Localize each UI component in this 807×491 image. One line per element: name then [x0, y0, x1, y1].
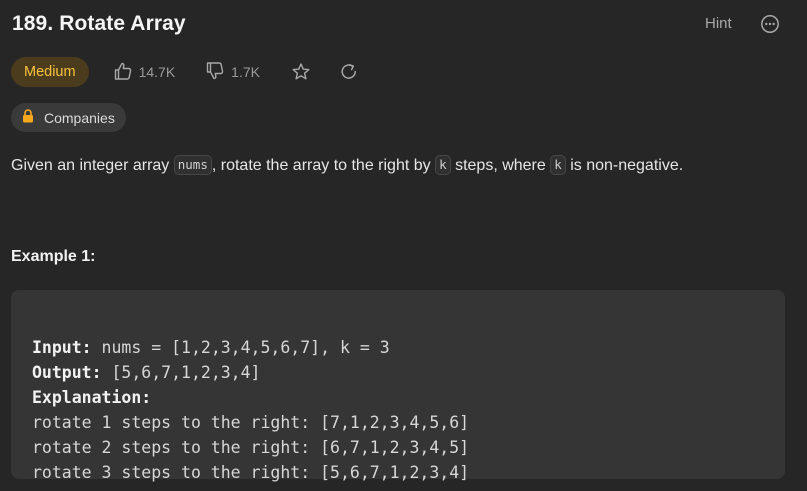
problem-description-panel: 189. Rotate Array Hint Medium 14.7K 1.7K…	[0, 0, 807, 491]
star-icon[interactable]	[290, 61, 312, 83]
inline-code-nums: nums	[173, 155, 212, 175]
problem-meta-row: Medium 14.7K 1.7K	[11, 57, 386, 87]
companies-tag[interactable]: Companies	[11, 103, 126, 132]
explanation-label: Explanation:	[32, 388, 152, 407]
example-title: Example 1:	[11, 248, 96, 265]
share-icon[interactable]	[338, 61, 360, 83]
inline-code-k: k	[550, 155, 566, 175]
statement-text: steps, where	[450, 157, 551, 174]
inline-code-k: k	[435, 155, 451, 175]
problem-statement: Given an integer array nums, rotate the …	[11, 155, 683, 175]
example-explanation-line: Explanation:	[32, 385, 469, 410]
example-output-line: Output: [5,6,7,1,2,3,4]	[32, 360, 469, 385]
dislikes-count: 1.7K	[231, 64, 260, 80]
explanation-step-line: rotate 2 steps to the right: [6,7,1,2,3,…	[32, 438, 470, 457]
example-input-line: Input: nums = [1,2,3,4,5,6,7], k = 3	[32, 335, 469, 360]
explanation-step-line: rotate 1 steps to the right: [7,1,2,3,4,…	[32, 413, 470, 432]
input-value: nums = [1,2,3,4,5,6,7], k = 3	[91, 338, 390, 357]
output-label: Output:	[32, 363, 102, 382]
difficulty-badge[interactable]: Medium	[11, 57, 89, 87]
example-code-block: Input: nums = [1,2,3,4,5,6,7], k = 3 Outp…	[11, 290, 785, 482]
statement-text: is non-negative.	[565, 157, 684, 174]
input-label: Input:	[32, 338, 92, 357]
statement-text: Given an integer array	[11, 157, 174, 174]
companies-label: Companies	[44, 109, 115, 126]
like-button[interactable]: 14.7K	[113, 61, 176, 84]
thumbs-down-icon	[205, 61, 231, 84]
hint-button[interactable]: Hint	[705, 15, 732, 32]
explanation-step-line: rotate 3 steps to the right: [5,6,7,1,2,…	[32, 463, 470, 482]
lock-icon	[22, 109, 44, 126]
output-value: [5,6,7,1,2,3,4]	[101, 363, 261, 382]
likes-count: 14.7K	[138, 64, 176, 80]
dislike-button[interactable]: 1.7K	[205, 61, 260, 84]
problem-title[interactable]: 189. Rotate Array	[12, 12, 186, 36]
statement-text: , rotate the array to the right by	[211, 157, 436, 174]
more-options-icon[interactable]	[760, 14, 780, 34]
thumbs-up-icon	[113, 61, 139, 84]
